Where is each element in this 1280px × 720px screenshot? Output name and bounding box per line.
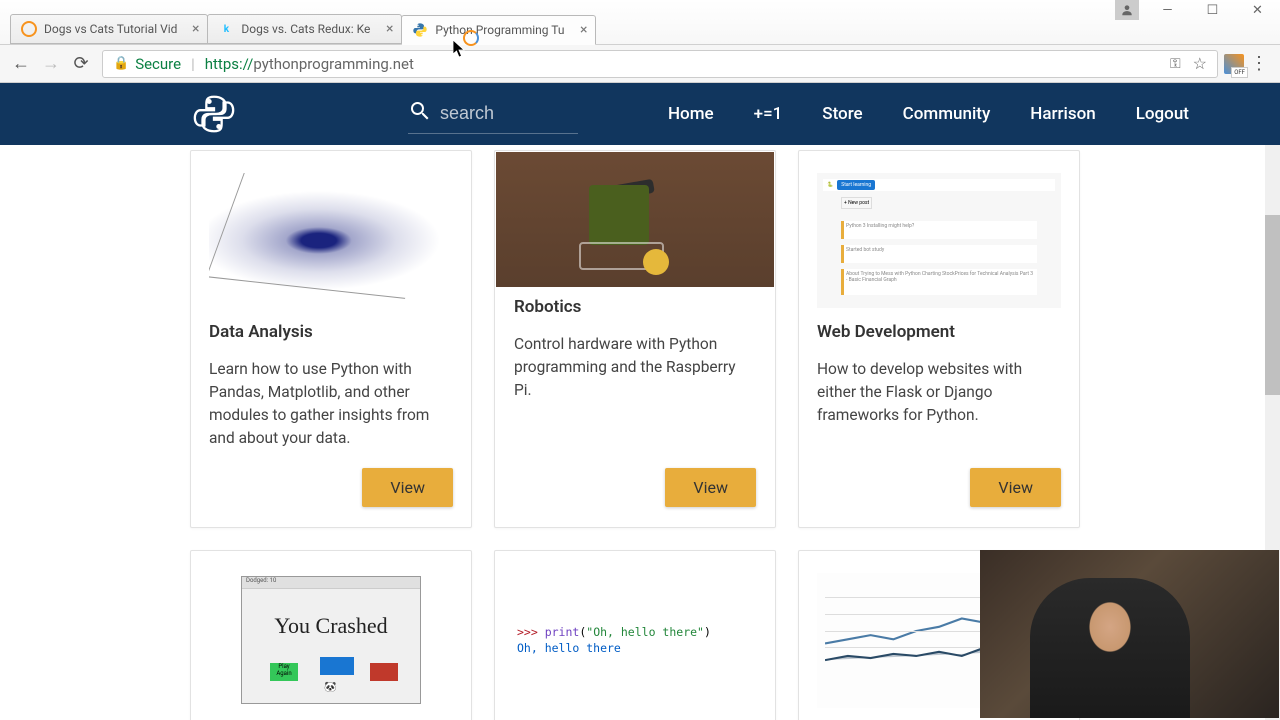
view-button[interactable]: View	[665, 468, 756, 507]
tab-title: Dogs vs Cats Tutorial Vid	[44, 22, 177, 36]
saved-passwords-icon[interactable]: ⚿	[1170, 56, 1181, 72]
view-button[interactable]: View	[970, 468, 1061, 507]
site-navbar: Home +=1 Store Community Harrison Logout	[0, 83, 1280, 145]
tab-title: Python Programming Tu	[435, 23, 564, 37]
site-search[interactable]	[408, 94, 578, 134]
maximize-button[interactable]: ☐	[1190, 0, 1235, 20]
card-desc: Learn how to use Python with Pandas, Mat…	[209, 358, 453, 450]
card-thumb	[209, 173, 453, 308]
nav-store[interactable]: Store	[822, 104, 862, 124]
forward-button: →	[36, 49, 66, 79]
browser-tab-strip: Dogs vs Cats Tutorial Vid × k Dogs vs. C…	[0, 0, 1280, 45]
card-thumb: Dodged: 10 You Crashed Play Again 🐼	[209, 573, 453, 708]
favicon-icon	[412, 22, 428, 38]
browser-tab[interactable]: k Dogs vs. Cats Redux: Ke ×	[207, 14, 402, 44]
search-icon	[408, 99, 432, 129]
card-title: Robotics	[514, 297, 756, 317]
card-thumb: >>> print("Oh, hello there") Oh, hello t…	[513, 573, 757, 708]
back-button[interactable]: ←	[6, 49, 36, 79]
webcam-overlay	[980, 550, 1279, 718]
card-title: Web Development	[817, 322, 1061, 342]
scrollbar-thumb[interactable]	[1265, 215, 1280, 395]
favicon-icon	[21, 21, 37, 37]
card-title: Data Analysis	[209, 322, 453, 342]
nav-links: Home +=1 Store Community Harrison Logout	[668, 104, 1189, 124]
card-python-fundamentals: >>> print("Oh, hello there") Oh, hello t…	[494, 550, 776, 720]
card-data-analysis: Data Analysis Learn how to use Python wi…	[190, 150, 472, 528]
view-button[interactable]: View	[362, 468, 453, 507]
close-tab-icon[interactable]: ×	[580, 22, 587, 38]
search-input[interactable]	[440, 103, 578, 124]
loading-spinner-icon	[463, 30, 479, 46]
browser-tab[interactable]: Dogs vs Cats Tutorial Vid ×	[10, 14, 208, 44]
close-window-button[interactable]: ✕	[1235, 0, 1280, 20]
chrome-menu-button[interactable]: ⋮	[1244, 49, 1274, 79]
nav-logout[interactable]: Logout	[1136, 104, 1189, 124]
card-desc: How to develop websites with either the …	[817, 358, 1061, 450]
site-logo-icon[interactable]	[190, 90, 238, 138]
browser-tab-active[interactable]: Python Programming Tu ×	[401, 15, 596, 45]
lock-icon: 🔒	[113, 56, 129, 71]
favicon-icon: k	[218, 21, 234, 37]
nav-user[interactable]: Harrison	[1030, 104, 1095, 124]
window-controls: — ☐ ✕	[1115, 0, 1280, 20]
card-desc: Control hardware with Python programming…	[514, 333, 756, 450]
bookmark-star-icon[interactable]: ☆	[1193, 54, 1207, 73]
card-robotics: Robotics Control hardware with Python pr…	[494, 150, 776, 528]
profile-icon[interactable]	[1115, 0, 1139, 20]
address-bar: ← → ⟳ 🔒 Secure | https://pythonprogrammi…	[0, 45, 1280, 83]
reload-button[interactable]: ⟳	[66, 49, 96, 79]
card-thumb: 🐍Start learning + New post Python 3 Inst…	[817, 173, 1061, 308]
close-tab-icon[interactable]: ×	[386, 21, 393, 37]
nav-plus-equals-one[interactable]: +=1	[754, 104, 783, 124]
card-thumb	[496, 152, 774, 287]
card-game-development: Dodged: 10 You Crashed Play Again 🐼 Game…	[190, 550, 472, 720]
nav-community[interactable]: Community	[903, 104, 991, 124]
nav-home[interactable]: Home	[668, 104, 714, 124]
card-web-development: 🐍Start learning + New post Python 3 Inst…	[798, 150, 1080, 528]
minimize-button[interactable]: —	[1145, 0, 1190, 20]
url-input[interactable]: 🔒 Secure | https://pythonprogramming.net…	[102, 50, 1218, 78]
tab-title: Dogs vs. Cats Redux: Ke	[241, 22, 370, 36]
extension-icon[interactable]	[1224, 54, 1244, 74]
secure-label: Secure	[135, 55, 181, 73]
close-tab-icon[interactable]: ×	[192, 21, 199, 37]
